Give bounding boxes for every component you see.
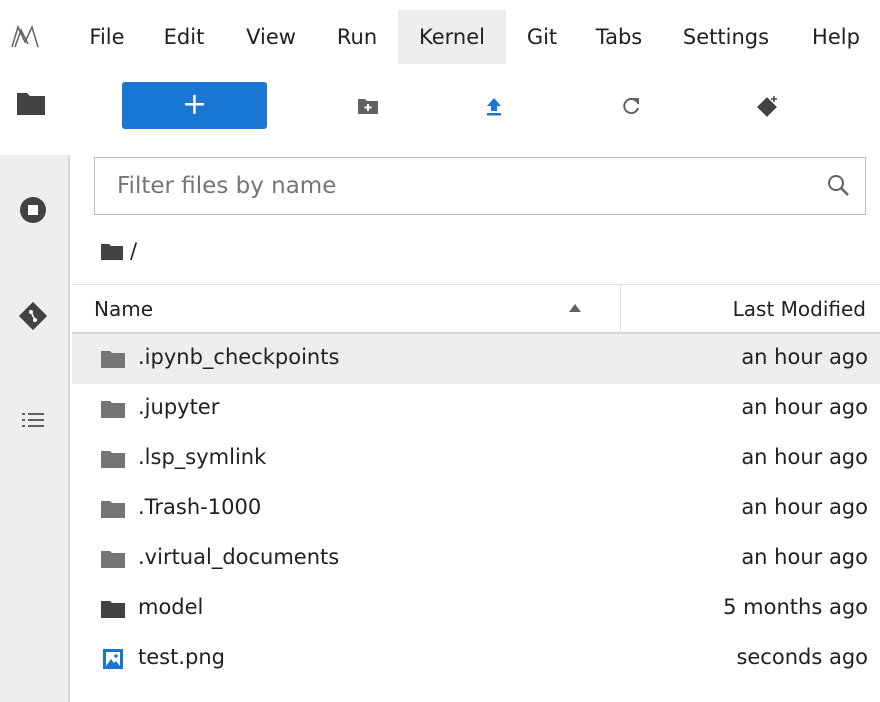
folder-icon xyxy=(101,601,125,618)
listing-rows: .ipynb_checkpoints an hour ago .jupyter an … xyxy=(72,334,880,684)
folder-icon xyxy=(101,351,125,368)
table-row[interactable]: .ipynb_checkpoints an hour ago xyxy=(72,334,880,384)
refresh-icon xyxy=(623,97,639,114)
git-tab[interactable] xyxy=(16,299,50,333)
running-icon xyxy=(20,197,46,223)
column-divider[interactable] xyxy=(620,285,621,333)
table-of-contents-tab[interactable] xyxy=(16,403,50,437)
menu-file[interactable]: File xyxy=(78,10,136,64)
menu-git[interactable]: Git xyxy=(512,10,572,64)
folder-icon xyxy=(101,501,125,518)
folder-icon xyxy=(101,551,125,568)
file-name: .Trash-1000 xyxy=(138,495,262,519)
git-clone-button[interactable] xyxy=(748,82,788,129)
menu-edit[interactable]: Edit xyxy=(152,10,216,64)
search-icon xyxy=(828,175,849,196)
table-row[interactable]: .virtual_documents an hour ago xyxy=(72,534,880,584)
column-header-last-modified[interactable]: Last Modified xyxy=(733,297,866,321)
breadcrumb: / xyxy=(100,236,137,266)
table-row[interactable]: .jupyter an hour ago xyxy=(72,384,880,434)
file-last-modified: an hour ago xyxy=(741,345,868,369)
column-header-name[interactable]: Name xyxy=(94,297,153,321)
table-row[interactable]: model 5 months ago xyxy=(72,584,880,634)
table-row[interactable]: test.png seconds ago xyxy=(72,634,880,684)
file-name: .jupyter xyxy=(138,395,220,419)
file-last-modified: an hour ago xyxy=(741,495,868,519)
upload-button[interactable] xyxy=(474,82,514,129)
table-row[interactable]: .lsp_symlink an hour ago xyxy=(72,434,880,484)
git-icon xyxy=(18,301,48,331)
menu-tabs[interactable]: Tabs xyxy=(582,10,656,64)
menu-settings[interactable]: Settings xyxy=(664,10,788,64)
new-launcher-button[interactable]: + xyxy=(122,82,267,129)
file-name: .virtual_documents xyxy=(138,545,340,569)
file-listing: Name Last Modified .ipynb_checkpointsan … xyxy=(72,284,880,684)
listing-header: Name Last Modified xyxy=(72,284,880,334)
folder-icon xyxy=(101,451,125,468)
file-last-modified: an hour ago xyxy=(741,395,868,419)
git-clone-icon xyxy=(757,95,777,117)
menubar: File Edit View Run Kernel Git Tabs Setti… xyxy=(0,10,880,64)
table-row[interactable]: .Trash-1000 an hour ago xyxy=(72,484,880,534)
file-browser-toolbar: + xyxy=(0,78,880,132)
toc-icon xyxy=(22,413,44,427)
running-sessions-tab[interactable] xyxy=(16,193,50,227)
upload-icon xyxy=(487,97,501,115)
menu-view[interactable]: View xyxy=(232,10,310,64)
menu-run[interactable]: Run xyxy=(322,10,392,64)
jupyter-logo-icon xyxy=(11,24,39,48)
file-name: test.png xyxy=(138,645,225,669)
sort-ascending-icon xyxy=(569,304,581,312)
filter-box xyxy=(94,157,866,215)
file-name: .ipynb_checkpoints xyxy=(138,345,340,369)
new-folder-icon xyxy=(358,98,378,114)
breadcrumb-path[interactable]: / xyxy=(130,239,137,263)
menu-help[interactable]: Help xyxy=(796,10,876,64)
file-last-modified: an hour ago xyxy=(741,545,868,569)
left-sidebar xyxy=(0,155,70,702)
file-name: model xyxy=(138,595,204,619)
home-folder-icon[interactable] xyxy=(100,241,124,261)
folder-icon xyxy=(101,401,125,418)
file-last-modified: seconds ago xyxy=(736,645,868,669)
file-name: .lsp_symlink xyxy=(138,445,267,469)
new-folder-button[interactable] xyxy=(348,82,388,129)
image-file-icon xyxy=(103,649,123,669)
refresh-button[interactable] xyxy=(612,82,652,129)
file-last-modified: an hour ago xyxy=(741,445,868,469)
filter-files-input[interactable] xyxy=(95,158,815,214)
file-last-modified: 5 months ago xyxy=(723,595,868,619)
menu-kernel[interactable]: Kernel xyxy=(398,10,506,64)
